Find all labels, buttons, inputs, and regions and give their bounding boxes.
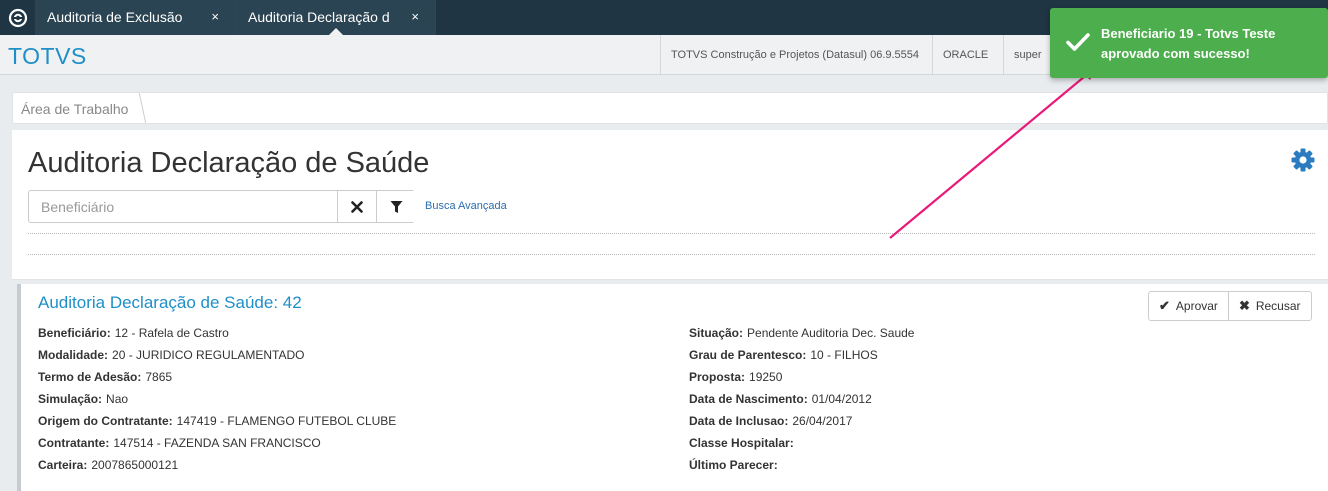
field-value: 26/04/2017 <box>792 414 853 428</box>
field-origem-contratante: Origem do Contratante: 147419 - FLAMENGO … <box>38 414 396 428</box>
field-label: Situação: <box>689 326 744 340</box>
field-label: Data de Nascimento: <box>689 392 808 406</box>
field-value: Pendente Auditoria Dec. Saude <box>747 326 915 340</box>
brand-logo[interactable]: TOTVS <box>8 43 87 70</box>
field-carteira: Carteira: 2007865000121 <box>38 458 178 472</box>
advanced-search-link[interactable]: Busca Avançada <box>425 200 507 212</box>
toast-message: Beneficiario 19 - Totvs Teste aprovado c… <box>1101 24 1316 64</box>
tab-auditoria-exclusao[interactable]: Auditoria de Exclusão × <box>35 0 236 35</box>
totvs-logo-icon[interactable] <box>0 0 35 35</box>
field-value: 10 - FILHOS <box>810 348 878 362</box>
close-icon[interactable]: × <box>411 9 419 24</box>
breadcrumb: Área de Trabalho <box>12 92 1328 124</box>
field-label: Último Parecer: <box>689 458 778 472</box>
company-info[interactable]: TOTVS Construção e Projetos (Datasul) 06… <box>660 35 929 75</box>
record-title[interactable]: Auditoria Declaração de Saúde: 42 <box>38 293 302 313</box>
field-label: Data de Inclusao: <box>689 414 789 428</box>
divider <box>28 233 1315 234</box>
field-data-nascimento: Data de Nascimento: 01/04/2012 <box>689 392 872 406</box>
action-button-group: ✔ Aprovar ✖ Recusar <box>1148 291 1312 321</box>
field-label: Simulação: <box>38 392 103 406</box>
field-value: 7865 <box>145 370 173 384</box>
field-simulacao: Simulação: Nao <box>38 392 128 406</box>
field-value: 01/04/2012 <box>811 392 872 406</box>
field-label: Classe Hospitalar: <box>689 436 794 450</box>
field-proposta: Proposta: 19250 <box>689 370 782 384</box>
field-value: 2007865000121 <box>91 458 179 472</box>
field-label: Contratante: <box>38 436 110 450</box>
field-label: Proposta: <box>689 370 746 384</box>
field-situacao: Situação: Pendente Auditoria Dec. Saude <box>689 326 914 340</box>
record-card: Auditoria Declaração de Saúde: 42 ✔ Apro… <box>17 284 1328 491</box>
field-label: Grau de Parentesco: <box>689 348 807 362</box>
field-label: Carteira: <box>38 458 88 472</box>
breadcrumb-item[interactable]: Área de Trabalho <box>21 101 128 117</box>
close-icon[interactable]: × <box>211 9 219 24</box>
active-tab-indicator <box>329 28 343 35</box>
user-info[interactable]: super <box>1003 35 1052 75</box>
field-grau-parentesco: Grau de Parentesco: 10 - FILHOS <box>689 348 878 362</box>
field-value: 12 - Rafela de Castro <box>114 326 229 340</box>
field-termo-adesao: Termo de Adesão: 7865 <box>38 370 172 384</box>
field-value: Nao <box>106 392 129 406</box>
field-label: Origem do Contratante: <box>38 414 173 428</box>
gear-icon[interactable] <box>1290 147 1316 173</box>
search-input[interactable] <box>29 191 337 222</box>
field-data-inclusao: Data de Inclusao: 26/04/2017 <box>689 414 852 428</box>
toast-line: Beneficiario 19 - Totvs Teste <box>1101 26 1276 41</box>
toast-line: aprovado com sucesso! <box>1101 46 1250 61</box>
check-icon <box>1066 33 1090 51</box>
field-contratante: Contratante: 147514 - FAZENDA SAN FRANCIS… <box>38 436 321 450</box>
reject-button[interactable]: ✖ Recusar <box>1227 292 1311 320</box>
field-label: Modalidade: <box>38 348 109 362</box>
field-value: 19250 <box>749 370 783 384</box>
field-ultimo-parecer: Último Parecer: <box>689 458 782 472</box>
field-modalidade: Modalidade: 20 - JURIDICO REGULAMENTADO <box>38 348 304 362</box>
filter-button[interactable] <box>376 191 415 222</box>
page-title: Auditoria Declaração de Saúde <box>28 147 430 179</box>
success-toast[interactable]: Beneficiario 19 - Totvs Teste aprovado c… <box>1050 8 1328 78</box>
tab-label: Auditoria Declaração de Saúde <box>248 9 390 25</box>
close-icon <box>351 200 363 213</box>
check-icon: ✔ <box>1159 298 1170 313</box>
database-info: ORACLE <box>932 35 998 75</box>
clear-search-button[interactable] <box>337 191 376 222</box>
search-box <box>28 190 415 223</box>
divider <box>28 254 1315 255</box>
close-icon: ✖ <box>1238 298 1250 313</box>
filter-icon <box>390 200 402 213</box>
tab-label: Auditoria de Exclusão <box>47 9 183 25</box>
field-label: Termo de Adesão: <box>38 370 142 384</box>
approve-button[interactable]: ✔ Aprovar <box>1149 292 1228 320</box>
field-classe-hospitalar: Classe Hospitalar: <box>689 436 798 450</box>
field-value: 147419 - FLAMENGO FUTEBOL CLUBE <box>176 414 397 428</box>
field-beneficiario: Beneficiário: 12 - Rafela de Castro <box>38 326 229 340</box>
page-header-panel: Auditoria Declaração de Saúde Beneficiár… <box>12 130 1328 280</box>
breadcrumb-separator <box>127 93 147 123</box>
approve-label: Aprovar <box>1175 299 1218 313</box>
field-value: 20 - JURIDICO REGULAMENTADO <box>112 348 305 362</box>
field-label: Beneficiário: <box>38 326 111 340</box>
field-value: 147514 - FAZENDA SAN FRANCISCO <box>113 436 321 450</box>
reject-label: Recusar <box>1255 299 1301 313</box>
